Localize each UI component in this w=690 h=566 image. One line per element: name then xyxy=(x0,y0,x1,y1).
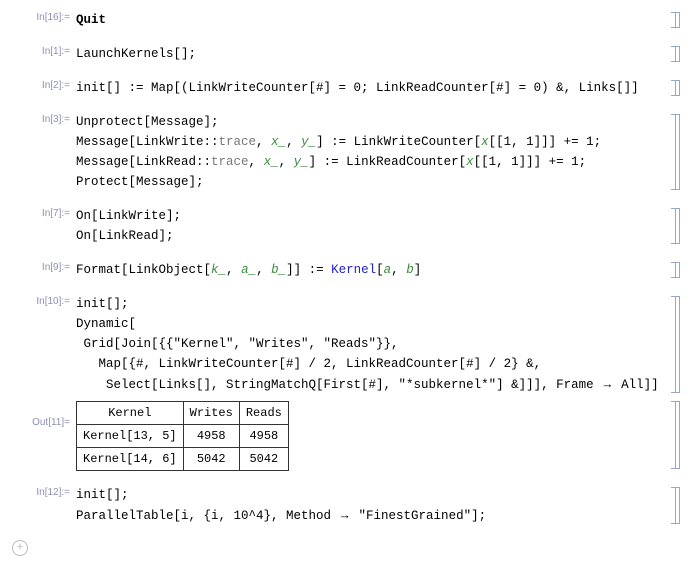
code-line: Grid[Join[{{"Kernel", "Writes", "Reads"}… xyxy=(76,334,668,354)
code-token: Quit xyxy=(76,13,106,27)
code-line: Select[Links[], StringMatchQ[First[#], "… xyxy=(76,374,668,395)
code-content[interactable]: On[LinkWrite]; On[LinkRead]; xyxy=(76,206,668,246)
code-content[interactable]: init[] := Map[(LinkWriteCounter[#] = 0; … xyxy=(76,78,668,98)
code-line: init[]; xyxy=(76,485,668,505)
column-header: Writes xyxy=(183,402,239,425)
cell-in-16[interactable]: In[16]:= Quit xyxy=(8,10,682,30)
cell-in-9[interactable]: In[9]:= Format[LinkObject[k_, a_, b_]] :… xyxy=(8,260,682,280)
code-line: On[LinkRead]; xyxy=(76,226,668,246)
cell-bracket[interactable] xyxy=(668,10,682,30)
cell-label: Out[11]= xyxy=(8,399,76,428)
cell-value: Kernel[14, 6] xyxy=(77,448,184,471)
new-cell-button[interactable]: + xyxy=(8,540,682,556)
table-row: Kernel Writes Reads xyxy=(77,402,289,425)
code-content[interactable]: init[]; Dynamic[ Grid[Join[{{"Kernel", "… xyxy=(76,294,668,395)
cell-bracket[interactable] xyxy=(668,399,682,471)
plus-icon: + xyxy=(12,540,28,556)
output-content: Kernel Writes Reads Kernel[13, 5] 4958 4… xyxy=(76,399,668,471)
code-line: Format[LinkObject[k_, a_, b_]] := Kernel… xyxy=(76,260,668,280)
code-line: Protect[Message]; xyxy=(76,172,668,192)
cell-bracket[interactable] xyxy=(668,112,682,192)
cell-in-2[interactable]: In[2]:= init[] := Map[(LinkWriteCounter[… xyxy=(8,78,682,98)
cell-in-10[interactable]: In[10]:= init[]; Dynamic[ Grid[Join[{{"K… xyxy=(8,294,682,395)
cell-bracket[interactable] xyxy=(668,294,682,395)
cell-bracket[interactable] xyxy=(668,485,682,526)
code-content[interactable]: LaunchKernels[]; xyxy=(76,44,668,64)
cell-value: 5042 xyxy=(239,448,288,471)
cell-in-7[interactable]: In[7]:= On[LinkWrite]; On[LinkRead]; xyxy=(8,206,682,246)
output-grid: Kernel Writes Reads Kernel[13, 5] 4958 4… xyxy=(76,401,289,471)
cell-in-1[interactable]: In[1]:= LaunchKernels[]; xyxy=(8,44,682,64)
code-line: Dynamic[ xyxy=(76,314,668,334)
code-line: init[] := Map[(LinkWriteCounter[#] = 0; … xyxy=(76,78,668,98)
cell-label: In[16]:= xyxy=(8,10,76,23)
cell-value: Kernel[13, 5] xyxy=(77,425,184,448)
code-line: ParallelTable[i, {i, 10^4}, Method → "Fi… xyxy=(76,505,668,526)
code-line: LaunchKernels[]; xyxy=(76,44,668,64)
code-content[interactable]: Quit xyxy=(76,10,668,30)
code-content[interactable]: init[]; ParallelTable[i, {i, 10^4}, Meth… xyxy=(76,485,668,526)
cell-label: In[3]:= xyxy=(8,112,76,125)
code-line: init[]; xyxy=(76,294,668,314)
code-line: Map[{#, LinkWriteCounter[#] / 2, LinkRea… xyxy=(76,354,668,374)
table-row: Kernel[14, 6] 5042 5042 xyxy=(77,448,289,471)
cell-in-3[interactable]: In[3]:= Unprotect[Message]; Message[Link… xyxy=(8,112,682,192)
cell-in-12[interactable]: In[12]:= init[]; ParallelTable[i, {i, 10… xyxy=(8,485,682,526)
code-line: On[LinkWrite]; xyxy=(76,206,668,226)
code-content[interactable]: Unprotect[Message]; Message[LinkWrite::t… xyxy=(76,112,668,192)
cell-label: In[10]:= xyxy=(8,294,76,307)
cell-bracket[interactable] xyxy=(668,260,682,280)
cell-label: In[9]:= xyxy=(8,260,76,273)
cell-value: 4958 xyxy=(183,425,239,448)
cell-bracket[interactable] xyxy=(668,44,682,64)
code-line: Message[LinkWrite::trace, x_, y_] := Lin… xyxy=(76,132,668,152)
column-header: Kernel xyxy=(77,402,184,425)
code-content[interactable]: Format[LinkObject[k_, a_, b_]] := Kernel… xyxy=(76,260,668,280)
cell-label: In[1]:= xyxy=(8,44,76,57)
cell-bracket[interactable] xyxy=(668,206,682,246)
cell-out-11: Out[11]= Kernel Writes Reads Kernel[13, … xyxy=(8,399,682,471)
cell-value: 4958 xyxy=(239,425,288,448)
column-header: Reads xyxy=(239,402,288,425)
cell-bracket[interactable] xyxy=(668,78,682,98)
code-line: Message[LinkRead::trace, x_, y_] := Link… xyxy=(76,152,668,172)
cell-value: 5042 xyxy=(183,448,239,471)
cell-label: In[12]:= xyxy=(8,485,76,498)
cell-label: In[2]:= xyxy=(8,78,76,91)
table-row: Kernel[13, 5] 4958 4958 xyxy=(77,425,289,448)
code-line: Unprotect[Message]; xyxy=(76,112,668,132)
cell-label: In[7]:= xyxy=(8,206,76,219)
